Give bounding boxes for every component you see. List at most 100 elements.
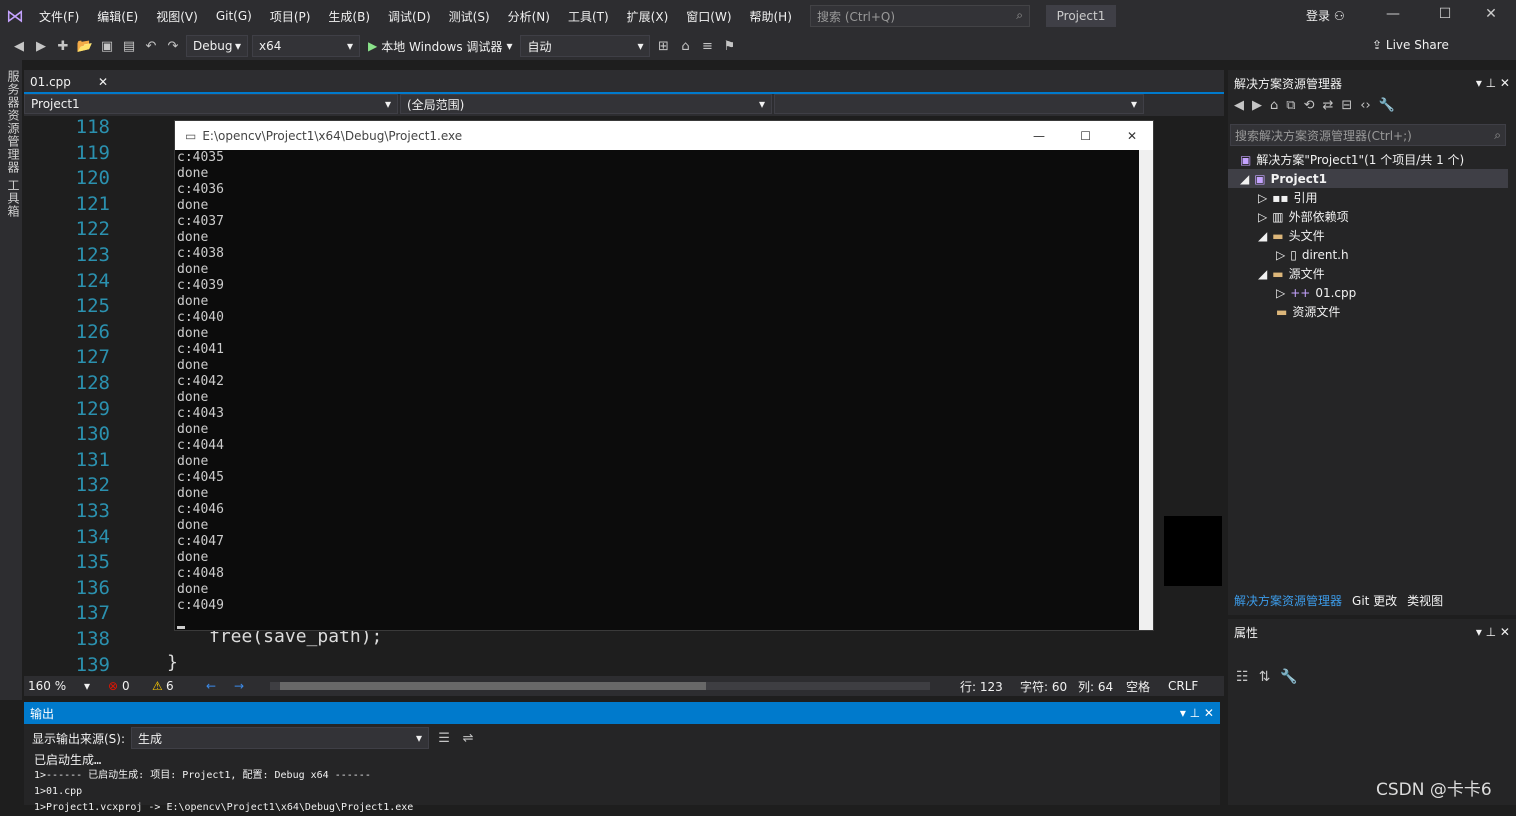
error-count[interactable]: 0: [122, 679, 152, 693]
tab-class-view[interactable]: 类视图: [1407, 592, 1443, 609]
scroll-thumb[interactable]: [280, 682, 706, 690]
solution-title: 解决方案资源管理器: [1234, 76, 1343, 91]
home-icon[interactable]: ⌂: [1270, 98, 1278, 120]
history-icon[interactable]: ⟲: [1304, 98, 1315, 120]
tree-item-solution[interactable]: ▣ 解决方案"Project1"(1 个项目/共 1 个): [1240, 150, 1464, 169]
project-nav-dropdown[interactable]: Project1 ▾: [24, 94, 398, 114]
tree-item-resource-files[interactable]: ▬ 资源文件: [1276, 302, 1340, 321]
tab-solution-explorer[interactable]: 解决方案资源管理器: [1234, 592, 1342, 609]
menu-edit[interactable]: 编辑(E): [88, 8, 147, 25]
login-link[interactable]: 登录 ⚇: [1306, 7, 1345, 24]
forward-icon[interactable]: ▶: [32, 39, 50, 54]
menu-project[interactable]: 项目(P): [261, 8, 320, 25]
panel-controls[interactable]: ▾ ⊥ ✕: [1476, 625, 1510, 639]
horizontal-scrollbar[interactable]: [270, 682, 930, 690]
categorized-icon[interactable]: ☷: [1236, 669, 1249, 685]
sync-icon[interactable]: ⇄: [1322, 98, 1333, 120]
console-scrollbar[interactable]: [1139, 150, 1153, 630]
menu-window[interactable]: 窗口(W): [677, 8, 740, 25]
maximize-icon[interactable]: ☐: [1080, 129, 1091, 143]
output-source-dropdown[interactable]: 生成 ▾: [131, 727, 430, 749]
close-icon[interactable]: ✕: [1476, 6, 1506, 22]
open-folder-icon[interactable]: 📂: [76, 39, 94, 54]
console-line: done: [177, 326, 209, 341]
tree-item-source-files[interactable]: ◢ ▬ 源文件: [1258, 264, 1325, 283]
close-icon[interactable]: ✕: [1127, 129, 1137, 143]
align-icon[interactable]: ≡: [698, 39, 716, 54]
console-line: c:4047: [177, 534, 224, 549]
warning-count[interactable]: 6: [166, 679, 206, 693]
line-ending[interactable]: CRLF: [1168, 679, 1198, 693]
mode-dropdown[interactable]: 自动 ▾: [520, 35, 651, 57]
nav-back-icon[interactable]: ←: [206, 679, 234, 693]
tree-item-project[interactable]: ◢ ▣ Project1: [1228, 169, 1508, 188]
tree-item-01-cpp[interactable]: ▷ ++ 01.cpp: [1276, 283, 1356, 302]
home-icon[interactable]: ⌂: [676, 39, 694, 54]
chevron-down-icon: ▾: [1130, 97, 1137, 111]
live-share-button[interactable]: ⇪ Live Share: [1372, 38, 1449, 52]
maximize-icon[interactable]: ☐: [1430, 6, 1460, 22]
menu-analyze[interactable]: 分析(N): [499, 8, 559, 25]
menu-test[interactable]: 测试(S): [440, 8, 499, 25]
indent-mode[interactable]: 空格: [1126, 678, 1168, 695]
back-icon[interactable]: ◀: [10, 39, 28, 54]
wrench-icon[interactable]: 🔧: [1280, 669, 1297, 685]
code-close-brace: }: [167, 652, 178, 673]
new-project-icon[interactable]: ✚: [54, 39, 72, 54]
line-number: 130: [75, 423, 110, 446]
code-icon[interactable]: ‹›: [1360, 98, 1370, 120]
alphabetical-icon[interactable]: ⇅: [1259, 669, 1271, 685]
menu-build[interactable]: 生成(B): [319, 8, 379, 25]
collapse-icon[interactable]: ⊟: [1341, 98, 1352, 120]
back-icon[interactable]: ◀: [1234, 98, 1244, 120]
menu-tools[interactable]: 工具(T): [559, 8, 618, 25]
menu-file[interactable]: 文件(F): [30, 8, 88, 25]
switch-views-icon[interactable]: ⧉: [1286, 98, 1295, 120]
minimize-icon[interactable]: —: [1378, 6, 1408, 22]
menu-help[interactable]: 帮助(H): [741, 8, 801, 25]
undo-icon[interactable]: ↶: [142, 39, 160, 54]
forward-icon[interactable]: ▶: [1252, 98, 1262, 120]
configuration-dropdown[interactable]: Debug ▾: [186, 35, 248, 57]
panel-controls[interactable]: ▾ ⊥ ✕: [1180, 706, 1214, 720]
member-nav-dropdown[interactable]: ▾: [774, 94, 1144, 114]
menu-extensions[interactable]: 扩展(X): [618, 8, 678, 25]
line-number: 129: [75, 397, 110, 420]
tab-git-changes[interactable]: Git 更改: [1352, 592, 1397, 609]
column-indicator: 列: 64: [1078, 679, 1114, 694]
minimap-viewport[interactable]: [1164, 516, 1222, 586]
word-wrap-icon[interactable]: ⇌: [459, 731, 477, 746]
zoom-level[interactable]: 160 %: [24, 679, 84, 693]
tree-item-header-files[interactable]: ◢ ▬ 头文件: [1258, 226, 1325, 245]
collapsed-icon: ▷: [1276, 285, 1286, 300]
menu-git[interactable]: Git(G): [207, 9, 261, 23]
search-icon: ⌕: [1494, 127, 1501, 142]
side-tool-tabs[interactable]: 服务器资源管理器 工具箱: [0, 60, 22, 700]
start-debugging-button[interactable]: ▶ 本地 Windows 调试器 ▾: [364, 38, 516, 55]
save-all-icon[interactable]: ▤: [120, 39, 138, 54]
tree-item-external-deps[interactable]: ▷ ▥ 外部依赖项: [1258, 207, 1349, 226]
panel-controls[interactable]: ▾ ⊥ ✕: [1476, 76, 1510, 90]
minimap[interactable]: [1158, 116, 1222, 676]
clear-all-icon[interactable]: ☰: [435, 731, 453, 746]
tree-item-dirent-h[interactable]: ▷ ▯ dirent.h: [1276, 245, 1349, 264]
console-window[interactable]: ▭ E:\opencv\Project1\x64\Debug\Project1.…: [174, 120, 1154, 631]
minimize-icon[interactable]: —: [1033, 129, 1045, 143]
bookmark-icon[interactable]: ⚑: [720, 39, 738, 54]
nav-forward-icon[interactable]: →: [234, 679, 270, 693]
search-input[interactable]: 搜索 (Ctrl+Q) ⌕: [810, 5, 1030, 27]
platform-dropdown[interactable]: x64 ▾: [252, 35, 360, 57]
browse-icon[interactable]: ⊞: [654, 39, 672, 54]
solution-search-input[interactable]: 搜索解决方案资源管理器(Ctrl+;) ⌕: [1230, 124, 1506, 146]
wrench-icon[interactable]: 🔧: [1379, 98, 1395, 120]
menu-view[interactable]: 视图(V): [147, 8, 207, 25]
tree-label: 资源文件: [1292, 305, 1341, 319]
chevron-down-icon[interactable]: ▾: [84, 679, 108, 693]
close-icon[interactable]: ✕: [98, 75, 108, 89]
redo-icon[interactable]: ↷: [164, 39, 182, 54]
menu-debug[interactable]: 调试(D): [379, 8, 440, 25]
tree-item-references[interactable]: ▷ ▪▪ 引用: [1258, 188, 1318, 207]
save-icon[interactable]: ▣: [98, 39, 116, 54]
scope-nav-dropdown[interactable]: (全局范围) ▾: [400, 94, 772, 114]
tab-01-cpp[interactable]: 01.cpp ✕: [24, 70, 114, 92]
